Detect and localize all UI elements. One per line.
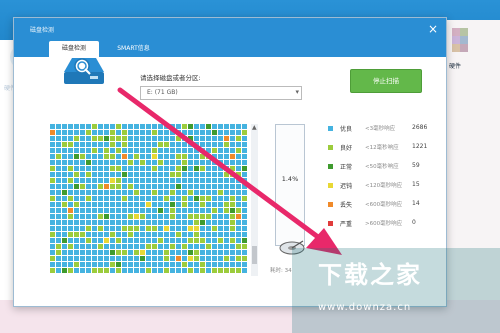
- watermark-url: www.downza.cn: [318, 302, 412, 313]
- watermark-title: 下载之家: [318, 261, 422, 289]
